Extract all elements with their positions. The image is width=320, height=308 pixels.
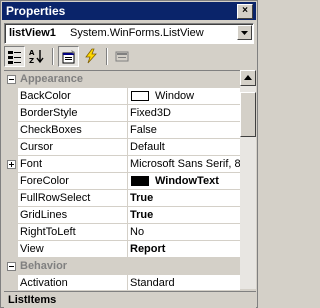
properties-button[interactable] [58,46,79,67]
category-behavior[interactable]: Behavior [4,258,240,275]
chevron-down-icon [241,31,248,35]
property-row-fullrowselect[interactable]: FullRowSelect True [4,190,240,207]
property-row-activation[interactable]: Activation Standard [4,275,240,290]
events-button[interactable] [81,46,102,67]
property-row-backcolor[interactable]: BackColor Window [4,88,240,105]
object-type: System.WinForms.ListView [70,27,204,39]
property-row-gridlines[interactable]: GridLines True [4,207,240,224]
alphabetical-icon: A Z [29,49,44,64]
color-swatch [131,176,149,186]
categorized-icon [8,51,21,64]
color-swatch [131,91,149,101]
svg-text:Z: Z [29,57,34,64]
vertical-scrollbar[interactable] [240,70,256,289]
title-bar[interactable]: Properties × [2,2,256,20]
property-row-borderstyle[interactable]: BorderStyle Fixed3D [4,105,240,122]
property-row-checkboxes[interactable]: CheckBoxes False [4,122,240,139]
property-grid: Appearance BackColor Window BorderStyle … [4,70,240,290]
property-pages-icon [115,51,129,62]
toolbar-separator [106,48,108,65]
properties-icon [62,50,75,64]
property-row-cursor[interactable]: Cursor Default [4,139,240,156]
dropdown-button[interactable] [237,25,252,40]
collapse-icon[interactable] [7,75,16,84]
collapse-icon[interactable] [7,262,16,271]
category-appearance[interactable]: Appearance [4,71,240,88]
close-button[interactable]: × [237,4,253,19]
toolbar-separator [52,48,54,65]
scroll-up-button[interactable] [240,70,256,86]
object-selector[interactable]: listView1 System.WinForms.ListView [4,23,254,44]
property-row-forecolor[interactable]: ForeColor WindowText [4,173,240,190]
expand-icon[interactable] [7,160,16,169]
categorized-button[interactable] [4,46,25,67]
description-pane: ListItems [4,291,256,308]
toolbar: A Z [4,45,254,69]
property-row-righttoleft[interactable]: RightToLeft No [4,224,240,241]
description-title: ListItems [8,294,57,306]
svg-text:A: A [29,49,35,57]
object-name: listView1 [9,27,56,39]
events-icon [85,48,97,64]
alphabetical-button[interactable]: A Z [27,46,48,67]
arrow-up-icon [244,75,252,80]
property-pages-button[interactable] [112,46,133,67]
property-row-font[interactable]: Font Microsoft Sans Serif, 8 [4,156,240,173]
scroll-thumb[interactable] [240,92,256,137]
properties-window: Properties × listView1 System.WinForms.L… [0,0,258,308]
window-title: Properties [6,4,66,18]
property-row-view[interactable]: View Report [4,241,240,258]
